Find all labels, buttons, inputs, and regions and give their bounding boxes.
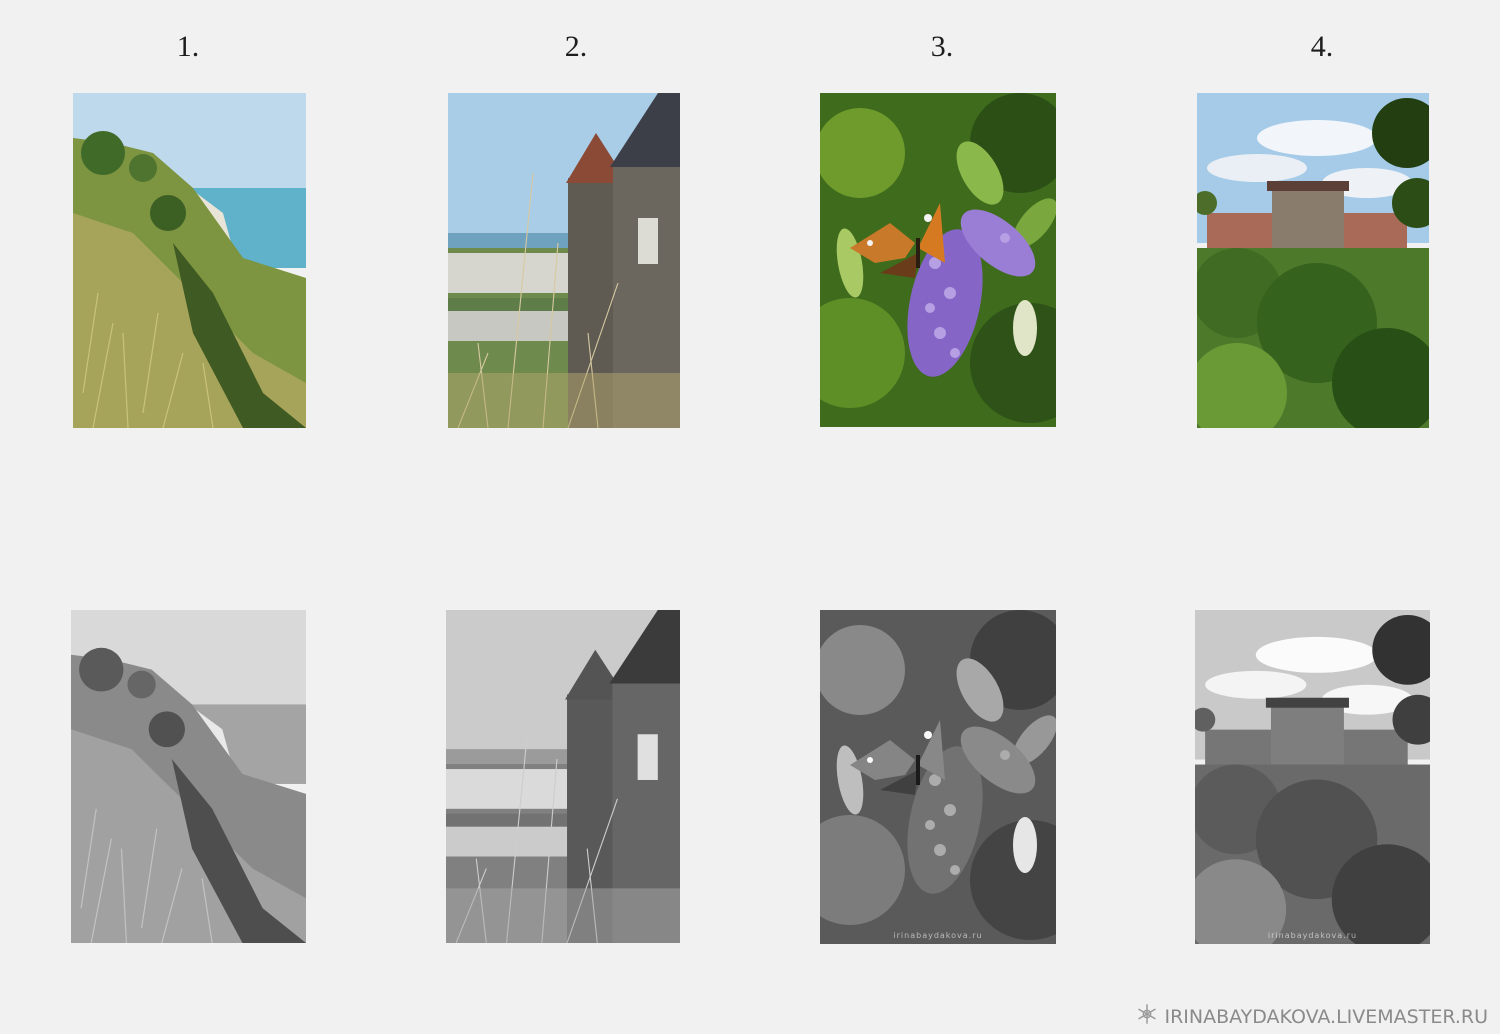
photo-3-bw: irinabaydakova.ru: [820, 610, 1056, 944]
photo-2-bw: [446, 610, 680, 943]
snowflake-flower-icon: [1136, 1003, 1158, 1030]
photo-4-color: [1197, 93, 1429, 428]
photo-4-bw: irinabaydakova.ru: [1195, 610, 1430, 944]
photo-2-color: [448, 93, 680, 428]
watermark: irinabaydakova.ru: [893, 931, 983, 940]
photo-3-color: [820, 93, 1056, 427]
label-1: 1.: [176, 30, 200, 63]
photo-1-bw: [71, 610, 306, 943]
label-3: 3.: [930, 30, 954, 63]
label-4: 4.: [1310, 30, 1334, 63]
photo-1-color: [73, 93, 306, 428]
watermark: irinabaydakova.ru: [1267, 931, 1358, 940]
footer: IRINABAYDAKOVA.LIVEMASTER.RU: [1136, 1003, 1488, 1030]
label-2: 2.: [564, 30, 588, 63]
footer-site-link[interactable]: IRINABAYDAKOVA.LIVEMASTER.RU: [1164, 1006, 1488, 1028]
